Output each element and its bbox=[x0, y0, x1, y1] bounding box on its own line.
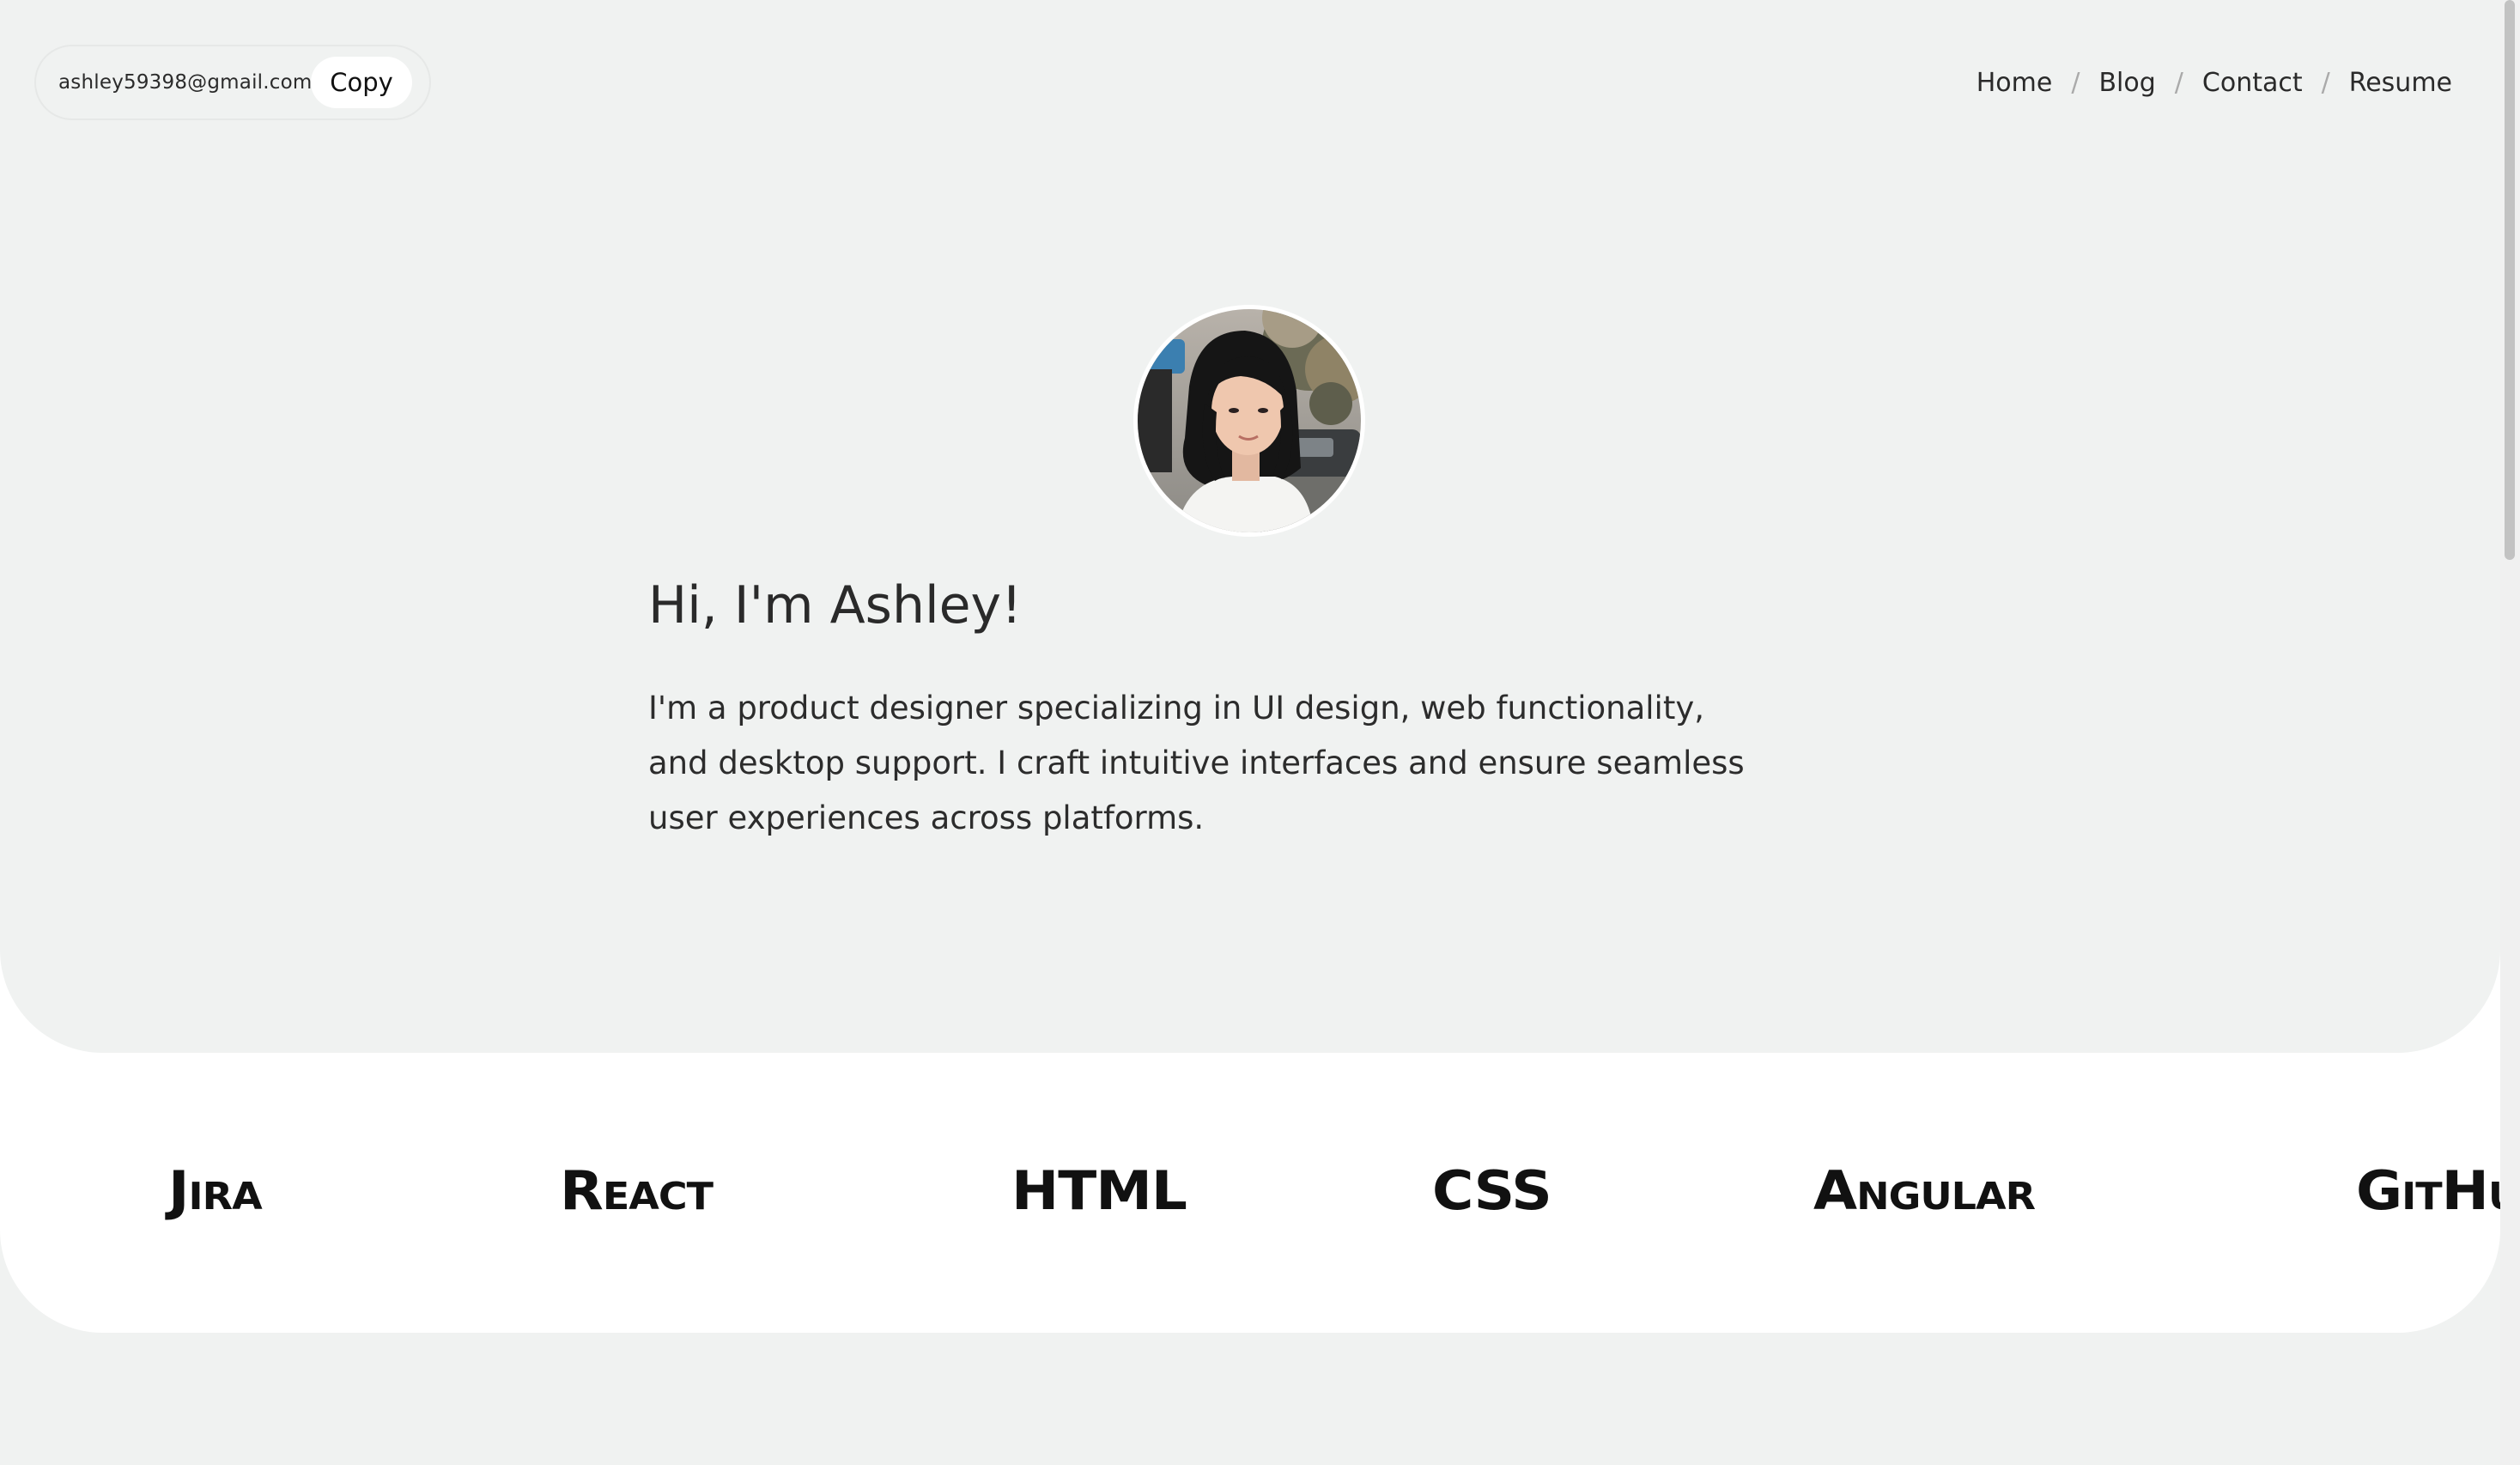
skills-marquee: Jira React HTML CSS Angular GitHu bbox=[0, 1053, 2500, 1333]
nav-link-blog[interactable]: Blog bbox=[2098, 68, 2155, 98]
skill-angular: Angular bbox=[1813, 1158, 2036, 1223]
nav-separator: / bbox=[2174, 67, 2183, 98]
hero-section-curve bbox=[0, 946, 2500, 1053]
skill-css: CSS bbox=[1432, 1158, 1552, 1223]
email-chip: ashley59398@gmail.com Copy bbox=[34, 45, 431, 120]
nav-link-contact[interactable]: Contact bbox=[2202, 68, 2303, 98]
nav-separator: / bbox=[2321, 67, 2330, 98]
nav-link-resume[interactable]: Resume bbox=[2349, 68, 2452, 98]
skill-html: HTML bbox=[1011, 1158, 1187, 1223]
nav-link-home[interactable]: Home bbox=[1977, 68, 2053, 98]
scrollbar-thumb[interactable] bbox=[2505, 0, 2515, 560]
avatar bbox=[1133, 305, 1365, 537]
avatar-portrait-image bbox=[1138, 309, 1361, 532]
hero-title: Hi, I'm Ashley! bbox=[648, 575, 1023, 635]
top-nav: Home / Blog / Contact / Resume bbox=[1977, 52, 2452, 113]
skill-jira: Jira bbox=[168, 1158, 263, 1223]
nav-separator: / bbox=[2071, 67, 2080, 98]
email-address: ashley59398@gmail.com bbox=[58, 71, 313, 94]
skill-github: GitHu bbox=[2356, 1158, 2500, 1223]
page: ashley59398@gmail.com Copy Home / Blog /… bbox=[0, 0, 2500, 1465]
hero-description: I'm a product designer specializing in U… bbox=[648, 690, 1745, 836]
skill-react: React bbox=[560, 1158, 713, 1223]
copy-email-button[interactable]: Copy bbox=[311, 57, 412, 108]
